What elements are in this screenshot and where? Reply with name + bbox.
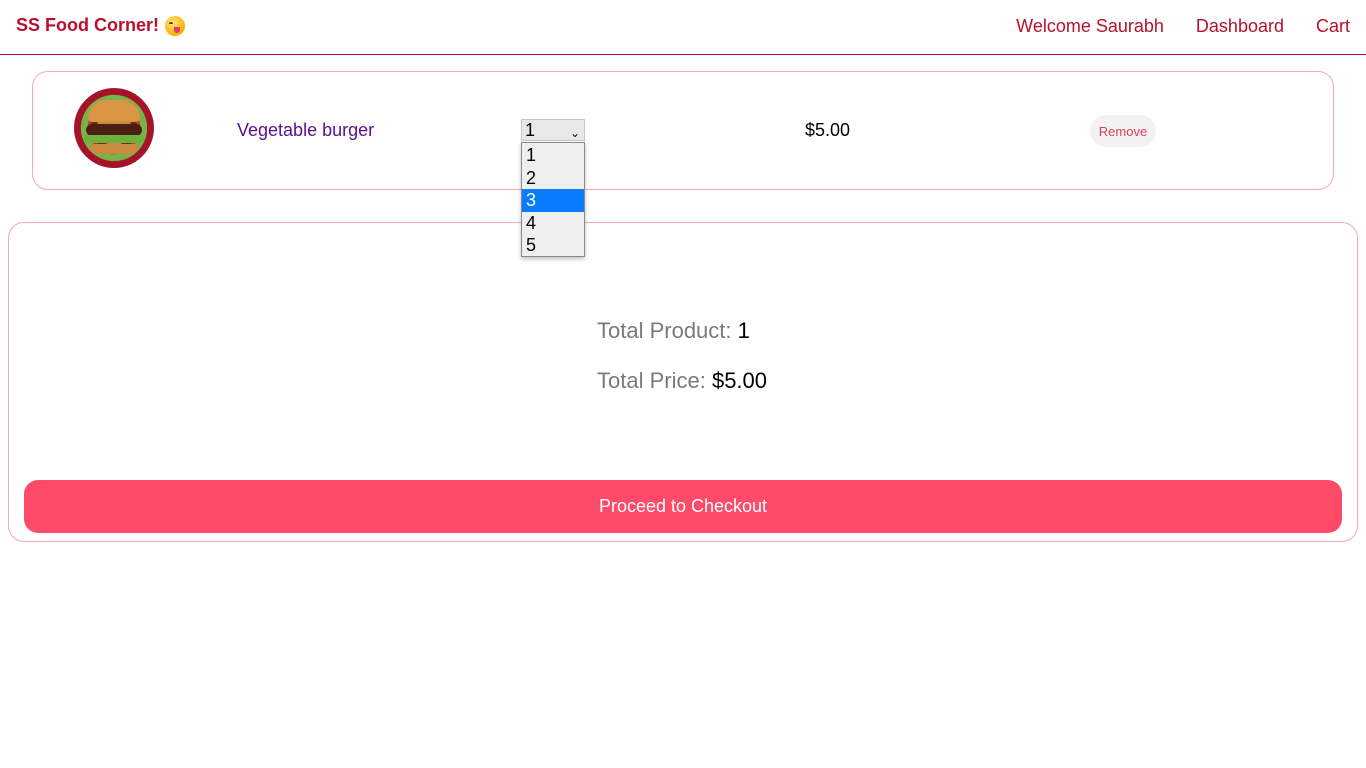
nav-dashboard[interactable]: Dashboard: [1196, 16, 1284, 37]
quantity-option-highlighted[interactable]: 3: [522, 189, 584, 212]
navbar: SS Food Corner! Welcome Saurabh Dashboar…: [0, 0, 1366, 55]
total-product-label: Total Product:: [597, 318, 732, 343]
nav-links: Welcome Saurabh Dashboard Cart: [1016, 16, 1350, 37]
face-savoring-food-emoji-icon: [165, 15, 185, 36]
quantity-option[interactable]: 5: [522, 234, 584, 257]
total-price-value: $5.00: [711, 368, 768, 393]
checkout-button[interactable]: Proceed to Checkout: [24, 480, 1342, 533]
quantity-select[interactable]: 1 ⌄: [521, 119, 585, 141]
quantity-option[interactable]: 4: [522, 212, 584, 235]
cart-item-name[interactable]: Vegetable burger: [237, 120, 374, 141]
quantity-option[interactable]: 2: [522, 167, 584, 190]
brand-title: SS Food Corner!: [16, 15, 159, 35]
total-price-label: Total Price:: [597, 368, 706, 393]
nav-cart[interactable]: Cart: [1316, 16, 1350, 37]
quantity-option[interactable]: 1: [522, 144, 584, 167]
quantity-dropdown-list: 1 2 3 4 5: [521, 142, 585, 257]
nav-welcome-user[interactable]: Welcome Saurabh: [1016, 16, 1164, 37]
order-summary: Total Product: 1 Total Price: $5.00 Proc…: [8, 222, 1358, 542]
total-product-value: 1: [737, 318, 750, 343]
total-product-row: Total Product: 1: [597, 318, 750, 344]
brand[interactable]: SS Food Corner!: [16, 15, 185, 36]
cart-item-price: $5.00: [805, 120, 851, 140]
quantity-select-value: 1: [525, 120, 536, 140]
remove-button[interactable]: Remove: [1090, 115, 1156, 147]
burger-photo-icon: [74, 88, 154, 168]
chevron-down-icon: ⌄: [569, 126, 580, 140]
total-price-row: Total Price: $5.00: [597, 368, 767, 394]
cart-item-card: Vegetable burger 1 ⌄ $5.00 Remove: [32, 71, 1334, 190]
